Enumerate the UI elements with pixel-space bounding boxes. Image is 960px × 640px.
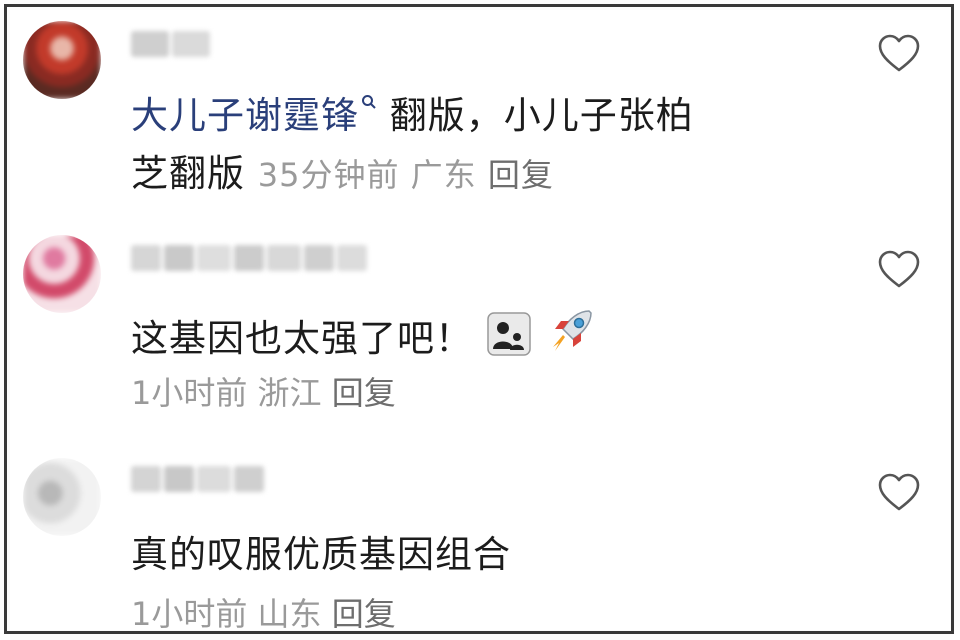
comment-time: 35分钟前 (257, 156, 400, 194)
comment-meta: 1小时前 山东 回复 (131, 594, 396, 634)
comment-text: 大儿子谢霆锋 翻版，小儿子张柏 芝翻版 35分钟前 广东 回复 (131, 94, 694, 195)
comment-text: 真的叹服优质基因组合 (131, 533, 511, 576)
heart-outline-icon[interactable] (877, 472, 921, 512)
user-avatar[interactable] (23, 458, 101, 536)
reply-button[interactable]: 回复 (332, 374, 396, 412)
comment-location: 山东 (257, 595, 322, 633)
heart-outline-icon[interactable] (877, 33, 921, 73)
comment-list: 大儿子谢霆锋 翻版，小儿子张柏 芝翻版 35分钟前 广东 回复 这基因也太强了吧… (4, 4, 954, 634)
mention-link[interactable]: 大儿子谢霆锋 (131, 94, 377, 137)
comment-time: 1小时前 (131, 595, 248, 633)
username-blurred[interactable] (131, 245, 367, 275)
username-blurred[interactable] (131, 31, 210, 61)
comment-time: 1小时前 (131, 374, 248, 412)
busts-in-silhouette-emoji (486, 311, 532, 374)
user-avatar[interactable] (23, 235, 101, 313)
user-avatar[interactable] (23, 21, 101, 99)
comment-item: 这基因也太强了吧！ 1小时前 浙江 回复 (7, 217, 951, 442)
comment-item: 真的叹服优质基因组合 1小时前 山东 回复 (7, 442, 951, 637)
comment-meta: 1小时前 浙江 回复 (131, 373, 396, 413)
rocket-emoji (545, 303, 599, 374)
comment-text: 这基因也太强了吧！ (131, 303, 821, 374)
reply-button[interactable]: 回复 (488, 156, 554, 194)
comment-item: 大儿子谢霆锋 翻版，小儿子张柏 芝翻版 35分钟前 广东 回复 (7, 7, 951, 217)
heart-outline-icon[interactable] (877, 249, 921, 289)
username-blurred[interactable] (131, 466, 264, 496)
comment-location: 浙江 (257, 374, 322, 412)
comment-location: 广东 (410, 156, 477, 194)
reply-button[interactable]: 回复 (332, 595, 396, 633)
search-icon (362, 95, 376, 109)
